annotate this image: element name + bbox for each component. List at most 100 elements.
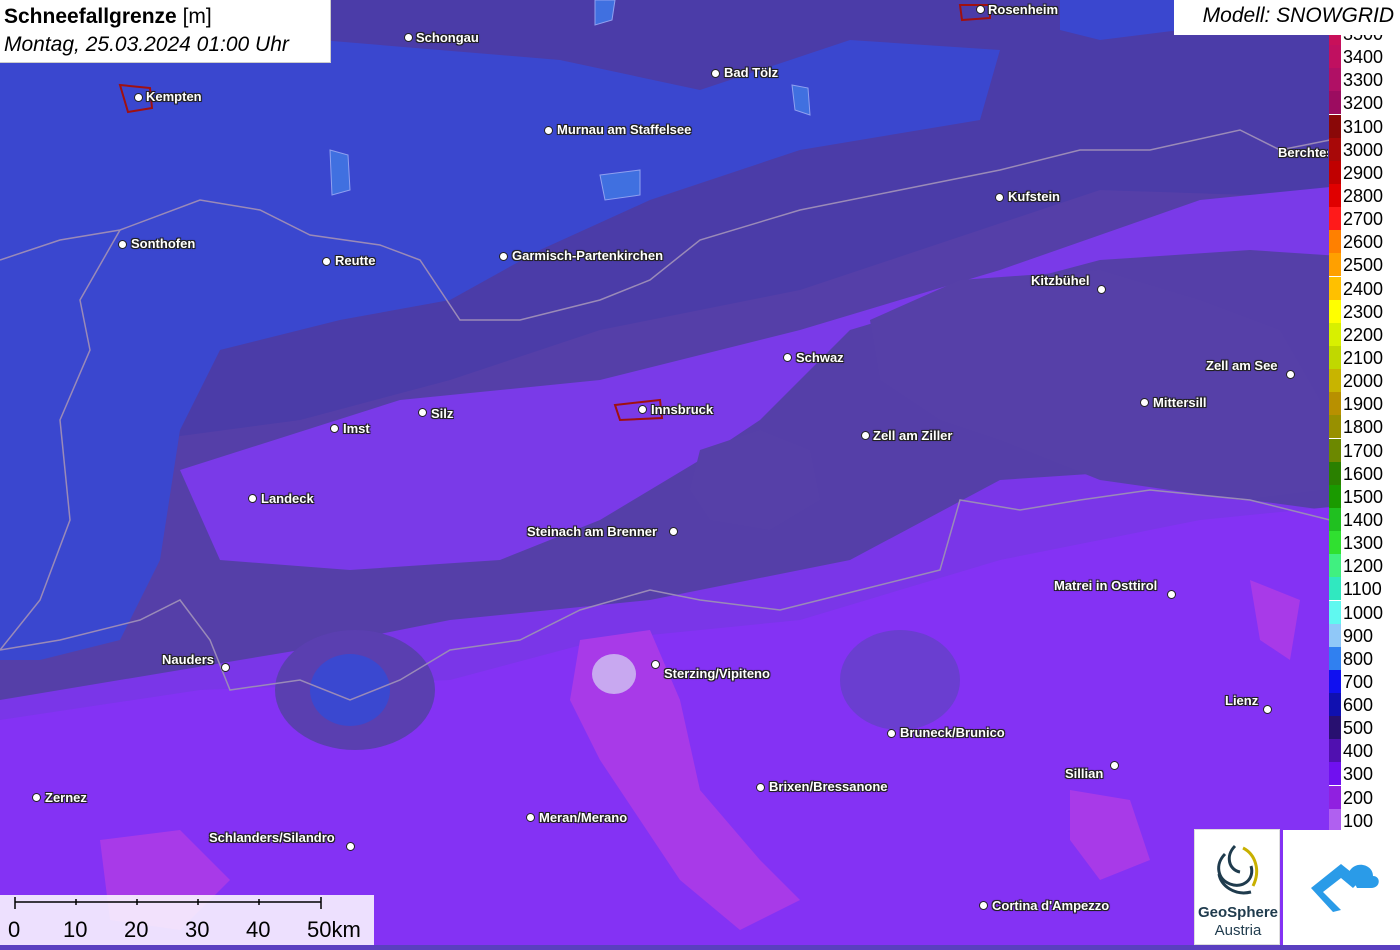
legend-label: 700 — [1343, 671, 1374, 692]
city-dot — [1286, 370, 1295, 379]
legend-label: 1700 — [1343, 440, 1384, 461]
legend-item: 1300 — [1329, 531, 1400, 555]
legend-item: 2300 — [1329, 299, 1400, 323]
legend-item: 1000 — [1329, 600, 1400, 624]
legend-swatch — [1329, 230, 1341, 254]
legend-item: 2700 — [1329, 207, 1400, 231]
legend-swatch — [1329, 253, 1341, 277]
city-label: Kufstein — [1008, 189, 1060, 204]
legend-item: 1900 — [1329, 392, 1400, 416]
city-label: Sonthofen — [131, 236, 196, 251]
legend-swatch — [1329, 160, 1341, 184]
city-label: Brixen/Bressanone — [769, 779, 888, 794]
legend-swatch — [1329, 276, 1341, 300]
legend-label: 1900 — [1343, 394, 1384, 415]
legend-item: 700 — [1329, 669, 1400, 693]
city-dot — [756, 783, 765, 792]
model-label: Modell: SNOWGRID — [1174, 0, 1400, 35]
city-dot — [134, 93, 143, 102]
legend-item: 1800 — [1329, 415, 1400, 439]
legend-swatch — [1329, 739, 1341, 763]
legend-item: 2500 — [1329, 253, 1400, 277]
legend-label: 3200 — [1343, 93, 1384, 114]
city-dot — [404, 33, 413, 42]
scale-bar: 0 10 20 30 40 50km — [0, 895, 374, 945]
legend-item: 1700 — [1329, 438, 1400, 462]
city-dot — [861, 431, 870, 440]
legend-item: 200 — [1329, 785, 1400, 809]
city-dot — [1097, 285, 1106, 294]
legend-item: 800 — [1329, 646, 1400, 670]
legend-label: 1600 — [1343, 463, 1384, 484]
city-label: Murnau am Staffelsee — [557, 122, 692, 137]
city-dot — [32, 793, 41, 802]
legend-label: 1000 — [1343, 602, 1384, 623]
city-dot — [499, 252, 508, 261]
snowline-map[interactable] — [0, 0, 1400, 945]
city-label: Rosenheim — [988, 2, 1059, 17]
geosphere-logo[interactable]: GeoSphere Austria — [1194, 829, 1280, 945]
city-dot — [1110, 761, 1119, 770]
title-unit: [m] — [182, 5, 212, 28]
legend-swatch — [1329, 114, 1341, 138]
legend-swatch — [1329, 808, 1341, 830]
geosphere-swirl-icon — [1217, 844, 1259, 895]
legend-label: 1200 — [1343, 556, 1384, 577]
legend-swatch — [1329, 461, 1341, 485]
cloud-arrow-icon — [1311, 864, 1379, 912]
legend-swatch — [1329, 415, 1341, 439]
scale-label: 20 — [124, 917, 149, 942]
legend-swatch — [1329, 762, 1341, 786]
legend-item: 2900 — [1329, 160, 1400, 184]
legend-swatch — [1329, 91, 1341, 115]
legend-swatch — [1329, 669, 1341, 693]
lake-icon — [599, 169, 641, 201]
legend-item: 600 — [1329, 693, 1400, 717]
scale-label: 30 — [185, 917, 210, 942]
legend-swatch — [1329, 507, 1341, 531]
legend-swatch — [1329, 392, 1341, 416]
city-dot — [783, 353, 792, 362]
legend-swatch — [1329, 299, 1341, 323]
city-label: Zell am See — [1206, 358, 1278, 373]
legend-swatch — [1329, 646, 1341, 670]
legend-item: 2400 — [1329, 276, 1400, 300]
legend-item: 3000 — [1329, 137, 1400, 161]
legend-swatch — [1329, 438, 1341, 462]
legend-swatch — [1329, 45, 1341, 69]
city-dot — [711, 69, 720, 78]
city-label: Bad Tölz — [724, 65, 779, 80]
scale-label: 50km — [307, 917, 361, 942]
legend-label: 800 — [1343, 648, 1374, 669]
city-label: Meran/Merano — [539, 810, 628, 825]
legend-item: 3300 — [1329, 68, 1400, 92]
legend-swatch — [1329, 369, 1341, 393]
legend-label: 3000 — [1343, 139, 1384, 160]
cloud-logo[interactable] — [1283, 830, 1400, 945]
city-dot — [995, 193, 1004, 202]
legend-item: 1400 — [1329, 507, 1400, 531]
city-label: Mittersill — [1153, 395, 1207, 410]
legend-swatch — [1329, 554, 1341, 578]
city-label: Imst — [343, 421, 370, 436]
geosphere-name: GeoSphere — [1197, 904, 1279, 921]
legend-item: 3500 — [1329, 35, 1400, 45]
city-dot — [887, 729, 896, 738]
scale-label: 0 — [8, 917, 21, 942]
city-label: Bruneck/Brunico — [900, 725, 1005, 740]
legend-label: 1500 — [1343, 486, 1384, 507]
city-dot — [221, 663, 230, 672]
city-label: Matrei in Osttirol — [1054, 578, 1158, 593]
city-label: Kempten — [146, 89, 202, 104]
legend-item: 3200 — [1329, 91, 1400, 115]
city-label: Garmisch-Partenkirchen — [512, 248, 664, 263]
legend-item: 900 — [1329, 623, 1400, 647]
city-label: Sterzing/Vipiteno — [664, 666, 770, 681]
city-dot — [346, 842, 355, 851]
city-label: Schwaz — [796, 350, 844, 365]
city-label: Schongau — [416, 30, 479, 45]
legend-swatch — [1329, 345, 1341, 369]
legend-item: 2600 — [1329, 230, 1400, 254]
legend-swatch — [1329, 577, 1341, 601]
legend-label: 3400 — [1343, 47, 1384, 68]
